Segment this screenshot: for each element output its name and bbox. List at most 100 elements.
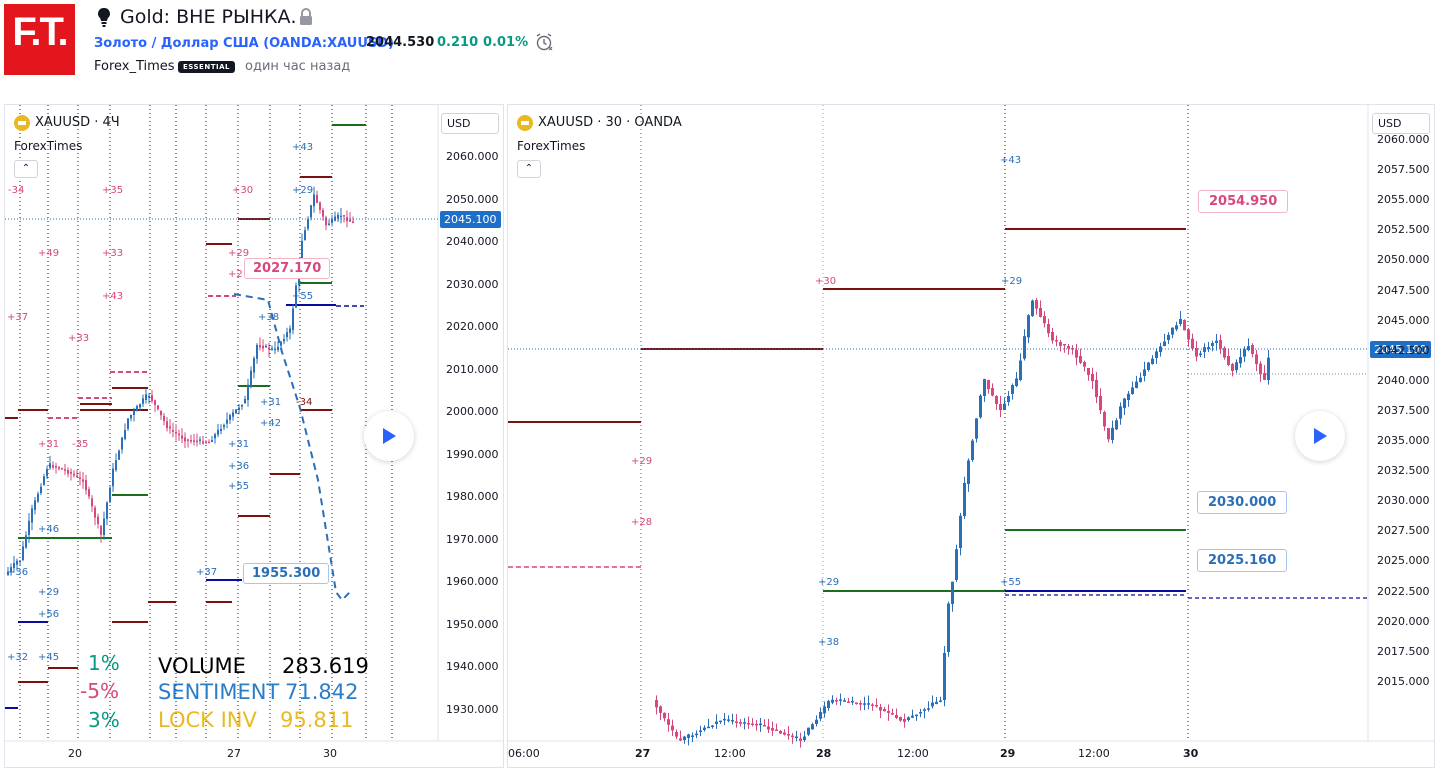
symbol-link[interactable]: Золото / Доллар США (OANDA:XAUUSD)	[94, 36, 394, 51]
right-marker: +55	[1000, 577, 1022, 588]
author-name[interactable]: Forex_Times	[94, 59, 175, 74]
publish-time: один час назад	[245, 59, 351, 74]
right-date-tick: 12:00	[714, 747, 746, 760]
right-date-tick: 29	[1000, 747, 1016, 760]
left-marker: +37	[196, 567, 218, 578]
left-marker: +31	[38, 439, 60, 450]
right-legend-title[interactable]: XAUUSD · 30 · OANDA	[538, 115, 682, 130]
left-marker: +30	[232, 185, 254, 196]
left-marker: +33	[102, 248, 124, 259]
left-price-tick: 2010.000	[446, 362, 499, 376]
right-price-tick: 2042.500	[1377, 343, 1430, 357]
right-marker: +30	[815, 276, 837, 287]
left-currency-button[interactable]: USD	[441, 113, 499, 134]
volume-label: VOLUME	[158, 654, 246, 678]
volume-value: 283.619	[282, 654, 369, 678]
left-marker: +45	[38, 652, 60, 663]
right-marker: +43	[1000, 155, 1022, 166]
gold-coin-icon	[14, 115, 30, 131]
left-date-tick: 30	[323, 747, 337, 760]
right-price-tick: 2060.000	[1377, 133, 1430, 146]
right-price-tick: 2027.500	[1377, 524, 1430, 538]
right-collapse-button[interactable]: ⌃	[517, 160, 541, 178]
right-price-tick: 2032.500	[1377, 464, 1430, 478]
left-marker: +49	[38, 248, 60, 259]
left-date-tick: 27	[227, 747, 241, 760]
left-marker: +36	[7, 567, 29, 578]
left-marker: +43	[102, 291, 124, 302]
right-marker: +38	[818, 637, 840, 648]
left-chart-panel[interactable]	[4, 104, 504, 768]
stat-pct-1: 1%	[88, 651, 120, 675]
left-marker: +31	[260, 397, 282, 408]
left-marker: +55	[228, 481, 250, 492]
sentiment-label: SENTIMENT	[158, 680, 280, 704]
lock-inv-label: LOCK INV	[158, 708, 257, 732]
price-change-percent: 0.01%	[483, 35, 529, 50]
right-date-tick: 12:00	[897, 747, 929, 760]
right-price-tick: 2047.500	[1377, 283, 1430, 297]
left-price-tick: 1930.000	[446, 702, 499, 716]
right-date-tick: 12:00	[1078, 747, 1110, 760]
left-price-tick: 2030.000	[446, 277, 499, 291]
left-marker: +31	[228, 439, 250, 450]
left-marker: +42	[260, 418, 282, 429]
left-collapse-button[interactable]: ⌃	[14, 160, 38, 178]
left-date-tick: 20	[68, 747, 82, 760]
idea-title: Gold: ВНЕ РЫНКА.	[120, 6, 297, 28]
right-price-tick: 2030.000	[1377, 494, 1430, 508]
logo[interactable]: F.T.	[4, 4, 75, 75]
callout-2030: 2030.000	[1197, 491, 1288, 514]
right-price-tick: 2040.000	[1377, 373, 1430, 387]
right-price-tick: 2050.000	[1377, 253, 1430, 267]
lock-icon	[300, 8, 312, 25]
left-legend-title[interactable]: XAUUSD · 4Ч	[35, 115, 120, 130]
left-play-button[interactable]	[364, 411, 414, 461]
left-marker: -35	[72, 439, 89, 450]
right-marker: +29	[1001, 276, 1023, 287]
left-last-price-tag: 2045.100	[440, 211, 501, 228]
left-price-tick: 1940.000	[446, 660, 499, 673]
right-marker: +28	[631, 517, 653, 528]
right-legend-author: ForexTimes	[517, 139, 586, 153]
left-marker: +37	[7, 312, 29, 323]
right-date-tick: 27	[635, 747, 651, 760]
right-price-tick: 2022.500	[1377, 584, 1430, 598]
right-date-tick: 30	[1183, 747, 1199, 760]
right-date-tick: 06:00	[508, 747, 540, 760]
play-icon	[1314, 428, 1327, 444]
left-price-tick: 1980.000	[446, 490, 499, 503]
left-marker: -34	[296, 397, 313, 408]
left-marker: +56	[38, 609, 60, 620]
chevron-up-icon: ⌃	[524, 163, 534, 174]
gold-coin-icon	[517, 115, 533, 131]
left-price-tick: 1950.000	[446, 617, 499, 631]
left-price-tick: 1970.000	[446, 532, 499, 546]
alarm-clock-icon[interactable]	[534, 32, 554, 52]
play-icon	[383, 428, 396, 444]
left-marker: +36	[228, 461, 250, 472]
right-price-tick: 2025.000	[1377, 554, 1430, 568]
right-currency-button[interactable]: USD	[1372, 113, 1430, 134]
logo-text: F.T.	[12, 10, 68, 54]
left-marker: +32	[7, 652, 29, 663]
essential-badge: ESSENTIAL	[178, 61, 235, 73]
left-marker: +33	[68, 333, 90, 344]
sentiment-value: 71.842	[285, 680, 359, 704]
lock-inv-value: 95.811	[280, 708, 354, 732]
last-price: 2044.530	[366, 35, 435, 50]
left-marker: +35	[102, 185, 124, 196]
right-price-tick: 2052.500	[1377, 223, 1430, 237]
left-price-tick: 1960.000	[446, 575, 499, 588]
right-play-button[interactable]	[1295, 411, 1345, 461]
left-marker: +43	[292, 142, 314, 153]
left-price-tick: 2000.000	[446, 405, 499, 418]
right-price-tick: 2020.000	[1377, 614, 1430, 628]
left-price-tick: 2040.000	[446, 235, 499, 248]
right-price-tick: 2035.000	[1377, 434, 1430, 447]
right-date-tick: 28	[816, 747, 832, 760]
right-price-tick: 2057.500	[1377, 163, 1430, 177]
price-change: 0.210	[437, 35, 479, 50]
left-marker: +29	[292, 185, 314, 196]
right-marker: +29	[631, 456, 653, 467]
